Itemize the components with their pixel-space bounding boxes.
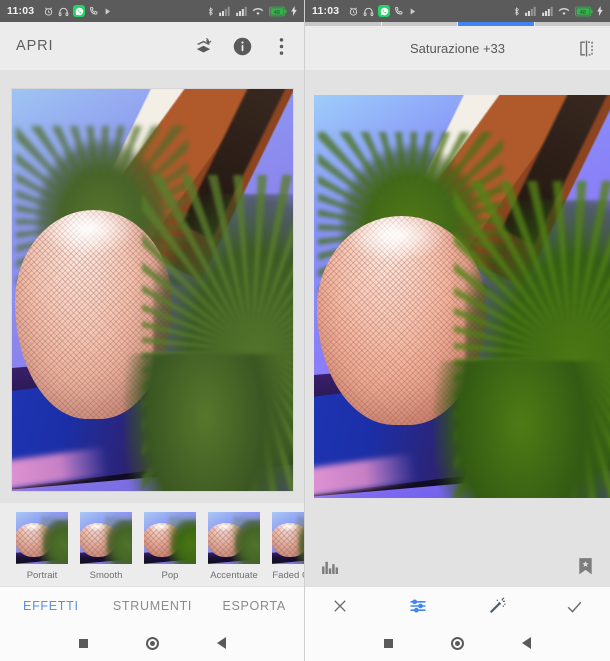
filter-thumb-image (272, 512, 304, 564)
page-title: APRI (16, 38, 54, 54)
status-bar-left-group: 11:03 (312, 5, 417, 17)
signal-sim1-icon (525, 6, 537, 16)
filter-thumb-smooth[interactable]: Smooth (80, 512, 132, 581)
filter-thumb-image (208, 512, 260, 564)
photo-plant-bottom (434, 360, 609, 498)
photo-preview-original[interactable] (12, 89, 293, 491)
filter-thumb-label: Portrait (26, 570, 58, 581)
back-triangle-icon[interactable] (217, 637, 226, 649)
filter-thumb-label: Faded Glow (272, 570, 304, 581)
left-phone-panel: 11:03 48 APRI Portrait Smooth Pop Accent… (0, 0, 305, 661)
whatsapp-icon (378, 5, 391, 17)
battery-icon: 48 (268, 6, 287, 17)
headphones-icon (363, 6, 374, 17)
edit-action-toolbar (305, 586, 610, 625)
filter-thumb-label: Accentuate (210, 570, 258, 581)
overflow-menu-icon[interactable] (270, 35, 292, 57)
status-bar-right-group: 48 (206, 6, 298, 17)
adjust-value-readout: Saturazione +33 (409, 40, 506, 56)
status-bar-left-group: 11:03 (7, 5, 112, 17)
status-bar-clock: 11:03 (7, 5, 35, 17)
recents-square-icon[interactable] (79, 638, 88, 648)
right-phone-panel: 11:03 48 Saturazione +33 (305, 0, 610, 661)
alarm-icon (348, 6, 359, 17)
photo-content (314, 95, 610, 498)
info-icon[interactable] (231, 35, 253, 57)
signal-sim2-icon (541, 6, 554, 16)
wifi-icon (558, 6, 570, 16)
svg-text:48: 48 (274, 9, 280, 15)
adjust-header-bar: Saturazione +33 (305, 26, 610, 70)
close-icon[interactable] (329, 595, 351, 617)
phone-icon (394, 6, 404, 16)
tab-strumenti[interactable]: STRUMENTI (102, 599, 204, 613)
svg-text:48: 48 (580, 9, 586, 15)
sliders-icon[interactable] (407, 595, 429, 617)
charging-bolt-icon (597, 6, 603, 16)
compare-split-icon[interactable] (575, 37, 597, 59)
signal-sim1-icon (219, 6, 231, 16)
headphones-icon (58, 6, 69, 17)
histogram-icon[interactable] (319, 555, 341, 577)
signal-sim2-icon (235, 6, 248, 16)
filter-thumb-label: Smooth (89, 570, 123, 581)
filter-thumb-image (80, 512, 132, 564)
filter-thumb-portrait[interactable]: Portrait (16, 512, 68, 581)
undo-stack-icon[interactable] (192, 35, 214, 57)
app-bar-actions (192, 35, 292, 57)
bluetooth-icon (206, 6, 215, 17)
wifi-icon (252, 6, 264, 16)
bluetooth-icon (512, 6, 521, 17)
magic-wand-icon[interactable] (486, 595, 508, 617)
status-bar-clock: 11:03 (312, 5, 340, 17)
filter-thumb-label: Pop (161, 570, 179, 581)
photo-preview-edited[interactable] (314, 95, 610, 498)
check-icon[interactable] (564, 595, 586, 617)
play-triangle-icon (103, 7, 112, 16)
status-bar-right: 11:03 48 (305, 0, 610, 22)
home-circle-icon[interactable] (146, 636, 159, 650)
phone-icon (89, 6, 99, 16)
histogram-toolbar (305, 546, 610, 586)
photo-content (12, 89, 293, 491)
play-triangle-icon (408, 7, 417, 16)
battery-icon: 48 (574, 6, 593, 17)
tab-esporta[interactable]: ESPORTA (203, 599, 304, 613)
filter-thumb-faded-glow[interactable]: Faded Glow (272, 512, 304, 581)
android-nav-bar-left (0, 625, 304, 661)
status-bar-left: 11:03 48 (0, 0, 304, 22)
bookmark-star-icon[interactable] (574, 555, 596, 577)
android-nav-bar-right (305, 625, 610, 661)
home-circle-icon[interactable] (451, 636, 464, 650)
filter-thumb-pop[interactable]: Pop (144, 512, 196, 581)
filter-filmstrip[interactable]: Portrait Smooth Pop Accentuate Faded (0, 503, 304, 586)
alarm-icon (43, 6, 54, 17)
filter-thumb-image (144, 512, 196, 564)
filter-thumb-accentuate[interactable]: Accentuate (208, 512, 260, 581)
bottom-tab-bar: EFFETTI STRUMENTI ESPORTA (0, 586, 304, 625)
whatsapp-icon (73, 5, 86, 17)
screenshot-root: 11:03 48 APRI Portrait Smooth Pop Accent… (0, 0, 610, 661)
status-bar-right-group: 48 (512, 6, 604, 17)
filter-thumb-image (16, 512, 68, 564)
tab-effetti[interactable]: EFFETTI (0, 599, 102, 613)
charging-bolt-icon (291, 6, 297, 16)
recents-square-icon[interactable] (384, 638, 393, 648)
app-bar: APRI (0, 22, 304, 70)
back-triangle-icon[interactable] (522, 637, 531, 649)
photo-plant-bottom (124, 354, 288, 491)
